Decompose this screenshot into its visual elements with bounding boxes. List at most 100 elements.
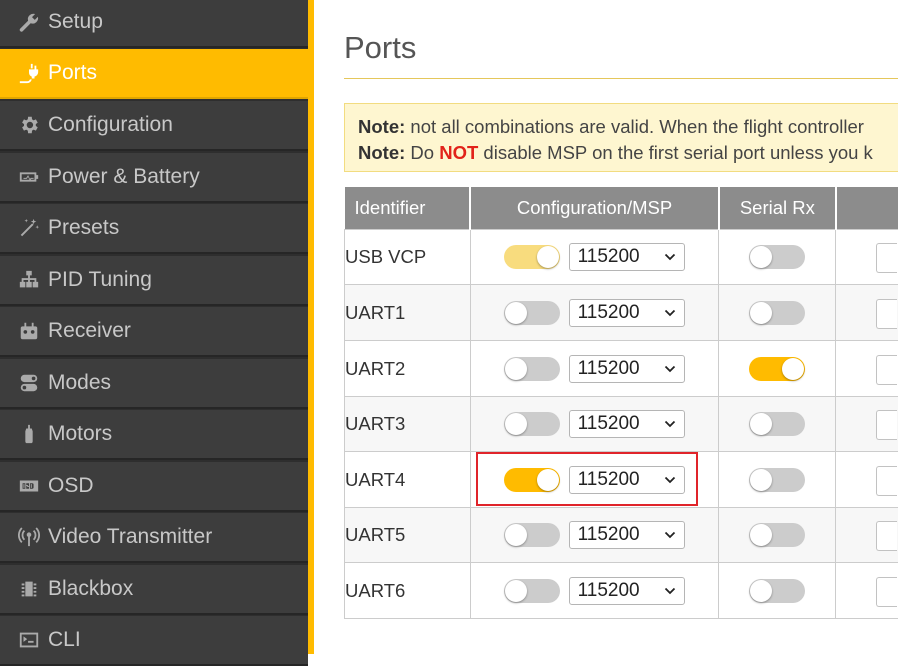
next-column-cell xyxy=(836,508,898,562)
sidebar-item-label: Modes xyxy=(48,371,111,395)
note-line-2: Note: Do NOT disable MSP on the first se… xyxy=(358,140,898,166)
sidebar-item-modes[interactable]: Modes xyxy=(0,359,308,409)
msp-cell: 115200 xyxy=(471,341,719,396)
table-row: UART1 115200 xyxy=(345,285,898,341)
msp-cell: 115200 xyxy=(471,563,719,618)
next-column-cell xyxy=(836,452,898,507)
chevron-down-icon xyxy=(664,585,676,597)
serial-rx-toggle[interactable] xyxy=(749,412,805,436)
toggle-knob xyxy=(537,246,559,268)
sidebar-item-label: Ports xyxy=(48,61,97,85)
baud-rate-select[interactable]: 115200 xyxy=(569,466,685,494)
column-header-next xyxy=(836,187,898,230)
next-column-cell xyxy=(836,341,898,396)
msp-toggle[interactable] xyxy=(504,468,560,492)
baud-rate-select[interactable]: 115200 xyxy=(569,299,685,327)
chevron-down-icon xyxy=(664,474,676,486)
table-row: UART6115200 xyxy=(345,563,898,619)
port-identifier: UART3 xyxy=(345,397,471,452)
serial-rx-toggle[interactable] xyxy=(749,245,805,269)
column-header-identifier: Identifier xyxy=(345,187,471,230)
chip-icon xyxy=(16,576,42,602)
sidebar-item-presets[interactable]: Presets xyxy=(0,204,308,254)
column-header-serial-rx: Serial Rx xyxy=(719,187,836,230)
table-row: UART4 115200 xyxy=(345,452,898,508)
note-emphasis: NOT xyxy=(439,142,478,163)
sidebar-item-configuration[interactable]: Configuration xyxy=(0,101,308,151)
port-identifier: UART4 xyxy=(345,452,471,508)
serial-rx-cell xyxy=(719,508,835,562)
terminal-icon xyxy=(16,627,42,653)
serial-rx-cell xyxy=(719,563,835,618)
sidebar-item-label: Video Transmitter xyxy=(48,525,212,549)
toggle-knob xyxy=(505,580,527,602)
next-column-control[interactable] xyxy=(876,521,897,551)
sidebar-item-pid-tuning[interactable]: PID Tuning xyxy=(0,256,308,306)
next-column-control[interactable] xyxy=(876,466,897,496)
sidebar-item-label: Power & Battery xyxy=(48,165,200,189)
baud-rate-select[interactable]: 115200 xyxy=(569,355,685,383)
sidebar-item-cli[interactable]: CLI xyxy=(0,616,308,666)
toggle-knob xyxy=(505,413,527,435)
sidebar-item-ports[interactable]: Ports xyxy=(0,49,308,99)
sidebar-item-video-transmitter[interactable]: Video Transmitter xyxy=(0,513,308,563)
serial-rx-toggle[interactable] xyxy=(749,523,805,547)
note-box: Note: not all combinations are valid. Wh… xyxy=(344,103,898,172)
sidebar-item-label: Motors xyxy=(48,422,112,446)
toggle-knob xyxy=(782,358,804,380)
gamepad-icon xyxy=(16,318,42,344)
sidebar-item-setup[interactable]: Setup xyxy=(0,0,308,48)
baud-rate-select[interactable]: 115200 xyxy=(569,521,685,549)
next-column-cell xyxy=(836,563,898,618)
msp-toggle[interactable] xyxy=(504,579,560,603)
sitemap-icon xyxy=(16,267,42,293)
toggle-knob xyxy=(750,246,772,268)
baud-rate-select[interactable]: 115200 xyxy=(569,243,685,271)
serial-rx-cell xyxy=(719,230,835,284)
sidebar-item-label: Blackbox xyxy=(48,577,133,601)
sidebar-item-blackbox[interactable]: Blackbox xyxy=(0,565,308,615)
sidebar-item-label: OSD xyxy=(48,474,94,498)
msp-cell: 115200 xyxy=(471,397,719,451)
msp-toggle[interactable] xyxy=(504,245,560,269)
sidebar-item-motors[interactable]: Motors xyxy=(0,410,308,460)
port-identifier: UART1 xyxy=(345,285,471,341)
sidebar-item-osd[interactable]: OSD xyxy=(0,462,308,512)
msp-toggle[interactable] xyxy=(504,357,560,381)
serial-rx-cell xyxy=(719,341,835,396)
msp-toggle[interactable] xyxy=(504,412,560,436)
serial-rx-toggle[interactable] xyxy=(749,579,805,603)
sidebar-item-label: PID Tuning xyxy=(48,268,152,292)
sidebar-item-receiver[interactable]: Receiver xyxy=(0,307,308,357)
sidebar-item-label: Presets xyxy=(48,216,119,240)
serial-rx-toggle[interactable] xyxy=(749,357,805,381)
table-row: UART5 115200 xyxy=(345,508,898,563)
msp-toggle[interactable] xyxy=(504,301,560,325)
serial-rx-cell xyxy=(719,397,835,451)
next-column-control[interactable] xyxy=(876,243,897,273)
sidebar-item-power-battery[interactable]: Power & Battery xyxy=(0,153,308,203)
next-column-cell xyxy=(836,285,898,340)
next-column-control[interactable] xyxy=(876,355,897,385)
plug-icon xyxy=(16,60,42,86)
sidebar-item-label: Setup xyxy=(48,10,103,34)
table-row: USB VCP115200 xyxy=(345,230,898,285)
baud-rate-select[interactable]: 115200 xyxy=(569,577,685,605)
chevron-down-icon xyxy=(664,307,676,319)
column-header-configuration-msp: Configuration/MSP xyxy=(470,187,719,230)
msp-cell: 115200 xyxy=(471,508,719,562)
chevron-down-icon xyxy=(664,251,676,263)
next-column-control[interactable] xyxy=(876,299,897,329)
next-column-control[interactable] xyxy=(876,410,897,440)
ports-table: Identifier Configuration/MSP Serial Rx U… xyxy=(344,187,898,619)
msp-toggle[interactable] xyxy=(504,523,560,547)
port-identifier: UART5 xyxy=(345,508,471,563)
antenna-icon xyxy=(16,524,42,550)
serial-rx-toggle[interactable] xyxy=(749,301,805,325)
next-column-control[interactable] xyxy=(876,577,897,607)
baud-rate-select[interactable]: 115200 xyxy=(569,410,685,438)
sidebar: Setup Ports Configuration Power & Batter… xyxy=(0,0,308,654)
serial-rx-toggle[interactable] xyxy=(749,468,805,492)
chevron-down-icon xyxy=(664,529,676,541)
chevron-down-icon xyxy=(664,418,676,430)
